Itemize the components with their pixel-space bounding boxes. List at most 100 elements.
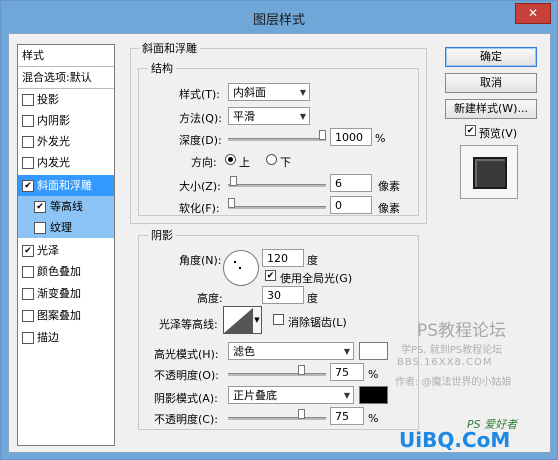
highlight-opacity-thumb[interactable]: [298, 365, 305, 375]
outer-glow-label: 外发光: [37, 135, 70, 148]
stroke-checkbox[interactable]: [22, 332, 34, 344]
contour-label: 等高线: [50, 200, 83, 213]
inner-shadow-checkbox[interactable]: [22, 115, 34, 127]
soften-input[interactable]: 0: [330, 196, 372, 214]
angle-dial-center: [239, 267, 241, 269]
depth-label: 深度(D):: [179, 134, 222, 147]
list-item-texture[interactable]: 纹理: [18, 217, 114, 238]
highlight-mode-value: 滤色: [233, 345, 255, 358]
pattern-overlay-checkbox[interactable]: [22, 310, 34, 322]
shadow-opacity-track[interactable]: [228, 417, 326, 420]
direction-down-radio[interactable]: [266, 154, 277, 165]
list-item-inner-glow[interactable]: 内发光: [18, 152, 114, 173]
bevel-emboss-title: 斜面和浮雕: [139, 40, 200, 56]
inner-glow-label: 内发光: [37, 156, 70, 169]
drop-shadow-checkbox[interactable]: [22, 94, 34, 106]
technique-select[interactable]: 平滑 ▼: [228, 107, 310, 125]
list-item-drop-shadow[interactable]: 投影: [18, 89, 114, 110]
preview-checkbox[interactable]: ✔: [465, 125, 476, 136]
list-item-gradient-overlay[interactable]: 渐变叠加: [18, 283, 114, 304]
highlight-mode-select[interactable]: 滤色 ▼: [228, 342, 354, 360]
inner-glow-checkbox[interactable]: [22, 157, 34, 169]
contour-dropdown-arrow[interactable]: ▼: [253, 306, 262, 334]
chevron-down-icon: ▼: [343, 391, 350, 400]
list-item-bevel-emboss[interactable]: ✔ 斜面和浮雕: [18, 175, 114, 196]
depth-slider-thumb[interactable]: [319, 130, 326, 140]
texture-checkbox[interactable]: [34, 222, 46, 234]
satin-checkbox[interactable]: ✔: [22, 245, 34, 257]
bevel-emboss-checkbox[interactable]: ✔: [22, 180, 34, 192]
list-item-pattern-overlay[interactable]: 图案叠加: [18, 305, 114, 326]
angle-label: 角度(N):: [179, 254, 222, 267]
direction-label: 方向:: [191, 156, 217, 169]
shadow-opacity-label: 不透明度(C):: [154, 413, 218, 426]
depth-slider-track[interactable]: [228, 138, 326, 141]
angle-input[interactable]: 120: [262, 249, 304, 267]
soften-slider-thumb[interactable]: [228, 198, 235, 208]
contour-curve-icon: [224, 307, 254, 333]
shadow-mode-label: 阴影模式(A):: [154, 392, 218, 405]
style-select[interactable]: 内斜面 ▼: [228, 83, 310, 101]
drop-shadow-label: 投影: [37, 93, 59, 106]
highlight-color-swatch[interactable]: [359, 342, 388, 360]
gloss-contour-picker[interactable]: [223, 306, 255, 334]
contour-checkbox[interactable]: ✔: [34, 201, 46, 213]
soften-slider-track[interactable]: [228, 206, 326, 209]
blend-options-item[interactable]: 混合选项:默认: [18, 67, 114, 89]
highlight-opacity-track[interactable]: [228, 373, 326, 376]
ok-button[interactable]: 确定: [445, 47, 537, 67]
watermark-logo: UiBQ.CoM: [399, 428, 511, 452]
chevron-down-icon: ▼: [343, 347, 350, 356]
highlight-opacity-input[interactable]: 75: [330, 363, 364, 381]
bevel-emboss-label: 斜面和浮雕: [37, 179, 92, 192]
structure-title: 结构: [148, 60, 176, 76]
altitude-input[interactable]: 30: [262, 286, 304, 304]
chevron-down-icon: ▼: [299, 112, 306, 121]
size-unit: 像素: [378, 180, 400, 193]
list-item-contour[interactable]: ✔ 等高线: [18, 196, 114, 217]
size-slider-thumb[interactable]: [230, 176, 237, 186]
soften-unit: 像素: [378, 202, 400, 215]
new-style-button[interactable]: 新建样式(W)...: [445, 99, 537, 119]
watermark-line3: BBS.16XX8.COM: [397, 357, 493, 368]
shadow-opacity-unit: %: [368, 412, 379, 425]
gradient-overlay-checkbox[interactable]: [22, 288, 34, 300]
color-overlay-checkbox[interactable]: [22, 266, 34, 278]
list-item-stroke[interactable]: 描边: [18, 327, 114, 348]
blend-options-label: 混合选项:默认: [22, 71, 92, 84]
anti-alias-label: 消除锯齿(L): [288, 316, 347, 329]
global-light-checkbox[interactable]: ✔: [265, 270, 276, 281]
shadow-opacity-input[interactable]: 75: [330, 407, 364, 425]
list-item-satin[interactable]: ✔ 光泽: [18, 240, 114, 261]
shadow-color-swatch[interactable]: [359, 386, 388, 404]
technique-select-value: 平滑: [233, 110, 255, 123]
angle-unit: 度: [307, 254, 318, 267]
list-item-outer-glow[interactable]: 外发光: [18, 131, 114, 152]
outer-glow-checkbox[interactable]: [22, 136, 34, 148]
angle-dial[interactable]: [223, 250, 259, 286]
satin-label: 光泽: [37, 244, 59, 257]
cancel-button[interactable]: 取消: [445, 73, 537, 93]
highlight-mode-label: 高光模式(H):: [154, 348, 219, 361]
shadow-opacity-thumb[interactable]: [298, 409, 305, 419]
size-slider-track[interactable]: [228, 184, 326, 187]
size-input[interactable]: 6: [330, 174, 372, 192]
direction-up-radio[interactable]: [225, 154, 236, 165]
angle-dial-indicator: [234, 261, 236, 263]
styles-header-label: 样式: [22, 49, 44, 62]
close-icon[interactable]: ✕: [515, 3, 551, 24]
styles-header[interactable]: 样式: [18, 45, 114, 67]
shadow-mode-select[interactable]: 正片叠底 ▼: [228, 386, 354, 404]
style-select-value: 内斜面: [233, 86, 266, 99]
list-item-inner-shadow[interactable]: 内阴影: [18, 110, 114, 131]
layer-style-dialog: 图层样式 ✕ 样式 混合选项:默认 投影 内阴影 外发光 内发光 ✔ 斜面和浮雕…: [0, 0, 558, 460]
altitude-label: 高度:: [197, 292, 223, 305]
color-overlay-label: 颜色叠加: [37, 265, 81, 278]
list-item-color-overlay[interactable]: 颜色叠加: [18, 261, 114, 282]
inner-shadow-label: 内阴影: [37, 114, 70, 127]
direction-up-label: 上: [239, 156, 250, 169]
anti-alias-checkbox[interactable]: [273, 314, 284, 325]
depth-input[interactable]: 1000: [330, 128, 372, 146]
window-title: 图层样式: [252, 13, 305, 28]
chevron-down-icon: ▼: [299, 88, 306, 97]
